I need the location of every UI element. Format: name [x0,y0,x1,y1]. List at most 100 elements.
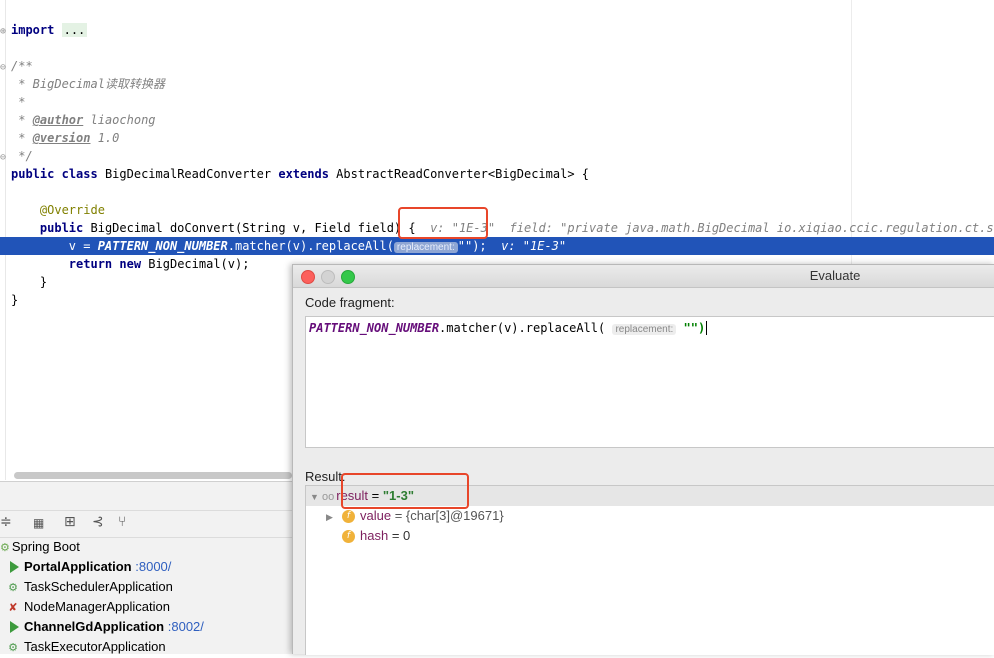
return-expression: BigDecimal(v); [141,257,250,271]
author-tag: @author [32,113,84,127]
class-close-brace: } [11,293,19,307]
method-close: } [0,273,47,291]
execution-point-line: v = PATTERN_NON_NUMBER.matcher(v).replac… [0,237,994,255]
javadoc-close-text: */ [11,149,33,163]
override-annotation: @Override [0,201,105,219]
class-declaration: public class BigDecimalReadConverter ext… [0,165,589,183]
code-fragment-label: Code fragment: [305,295,395,310]
app-item[interactable]: ChannelGdApplication :8002/ [0,617,204,637]
code-fragment-text: PATTERN_NON_NUMBER.matcher(v).replaceAll… [309,319,708,339]
javadoc-star: * [11,113,33,127]
result-label: Result: [305,469,346,484]
return-line: return new BigDecimal(v); [0,255,250,273]
running-icon [10,560,19,573]
return-keyword: return [68,257,113,271]
javadoc-open: ⊖/** [0,57,33,75]
method-call: .matcher(v).replaceAll( [227,239,394,253]
dialog-titlebar[interactable]: Evaluate [293,265,994,288]
collapse-all-icon[interactable]: ≑ [0,514,12,530]
field-icon: f [342,510,355,524]
inline-value-v: v: "1E-3" [501,239,567,253]
app-item[interactable]: ⚙ TaskSchedulerApplication [0,577,173,597]
method-close-brace: } [39,275,48,289]
code-fragment-editor[interactable]: PATTERN_NON_NUMBER.matcher(v).replaceAll… [305,316,994,448]
add-config-icon[interactable]: ⊞ [64,514,76,530]
group-icon[interactable]: ▦ [33,516,44,530]
group-label: Spring Boot [11,539,80,554]
fold-icon[interactable]: ⊕ [0,23,11,41]
import-line: ⊕ import ... [0,21,88,41]
spring-app-icon: ⚙ [8,581,18,594]
javadoc-author: * @author liaochong [0,111,156,129]
error-app-icon: ✘ [8,601,18,614]
constant-name: PATTERN_NON_NUMBER [97,239,228,253]
app-name: NodeManagerApplication [24,599,170,614]
method-signature-text: BigDecimal doConvert(String v, Field fie… [83,221,416,235]
field-row[interactable]: ▶ f value = {char[3]@19671} [306,506,994,526]
version-value: 1.0 [90,131,120,145]
app-name: TaskSchedulerApplication [24,579,173,594]
javadoc-open-text: /** [11,59,33,73]
class-close: } [0,291,18,309]
method-signature: public BigDecimal doConvert(String v, Fi… [0,219,994,237]
string-argument: "" [457,239,473,253]
running-icon [10,620,19,633]
field-icon: f [342,530,355,544]
parameter-hint: replacement: [612,324,677,335]
override-text: @Override [39,203,105,217]
field-value: = 0 [388,528,411,543]
class-keyword: class [61,167,98,181]
app-name: ChannelGdApplication [24,619,165,634]
text-cursor [706,321,708,335]
constant-name: PATTERN_NON_NUMBER [309,321,440,335]
javadoc-star: * [11,131,33,145]
string-argument: "") [683,321,706,335]
public-keyword: public [39,221,84,235]
assign-text: v = [68,239,98,253]
inline-value-field: field: "private java.math.BigDecimal io.… [509,221,994,235]
dialog-title: Evaluate [809,268,861,283]
javadoc-version: * @version 1.0 [0,129,119,147]
expand-down-icon[interactable]: ▼ [310,487,322,507]
filter-icon[interactable]: ⑂ [118,514,126,530]
author-value: liaochong [83,113,156,127]
app-name: PortalApplication [24,559,132,574]
port-link[interactable]: :8002/ [168,619,204,634]
javadoc-description: * BigDecimal读取转换器 [0,75,165,93]
method-call: .matcher(v).replaceAll( [439,321,606,335]
branch-icon[interactable]: ⊰ [92,514,104,530]
result-tree[interactable]: ▼ oo result = "1-3" ▶ f value = {char[3]@196… [305,485,994,655]
app-item[interactable]: ⚙ TaskExecutorApplication [0,637,166,657]
javadoc-blank-text: * [11,95,26,109]
class-name: BigDecimalReadConverter [97,167,279,181]
port-link[interactable]: :8000/ [135,559,171,574]
javadoc-close: ⊖ */ [0,147,33,165]
javadoc-blank: * [0,93,25,111]
javadoc-description-text: * BigDecimal读取转换器 [11,77,165,91]
spring-boot-icon: ⚙ [0,541,10,554]
parameter-hint: replacement: [393,242,458,253]
superclass-name: AbstractReadConverter<BigDecimal> { [328,167,590,181]
expand-right-icon[interactable]: ▶ [326,507,338,527]
field-name: value [360,508,392,523]
statement-end: ); [472,239,487,253]
app-name: TaskExecutorApplication [24,639,166,654]
app-item[interactable]: ✘ NodeManagerApplication [0,597,170,617]
highlight-annotation-box [398,207,488,239]
new-keyword: new [119,257,142,271]
import-keyword: import [11,23,55,37]
run-toolbar: ≑ ▦ ⊞ ⊰ ⑂ [0,510,300,538]
result-annotation-box [341,473,469,509]
field-row[interactable]: f hash = 0 [306,526,994,546]
extends-keyword: extends [278,167,329,181]
horizontal-scrollbar[interactable] [14,472,292,479]
folded-imports[interactable]: ... [61,23,88,37]
evaluate-dialog: Evaluate Code fragment: PATTERN_NON_NUMB… [292,264,994,655]
public-keyword: public [11,167,55,181]
field-value: = {char[3]@19671} [391,508,504,523]
spring-app-icon: ⚙ [8,641,18,654]
object-icon: oo [322,491,335,503]
app-item[interactable]: PortalApplication :8000/ [0,557,171,577]
field-name: hash [360,528,389,543]
spring-boot-group[interactable]: ⚙ Spring Boot [0,537,80,557]
